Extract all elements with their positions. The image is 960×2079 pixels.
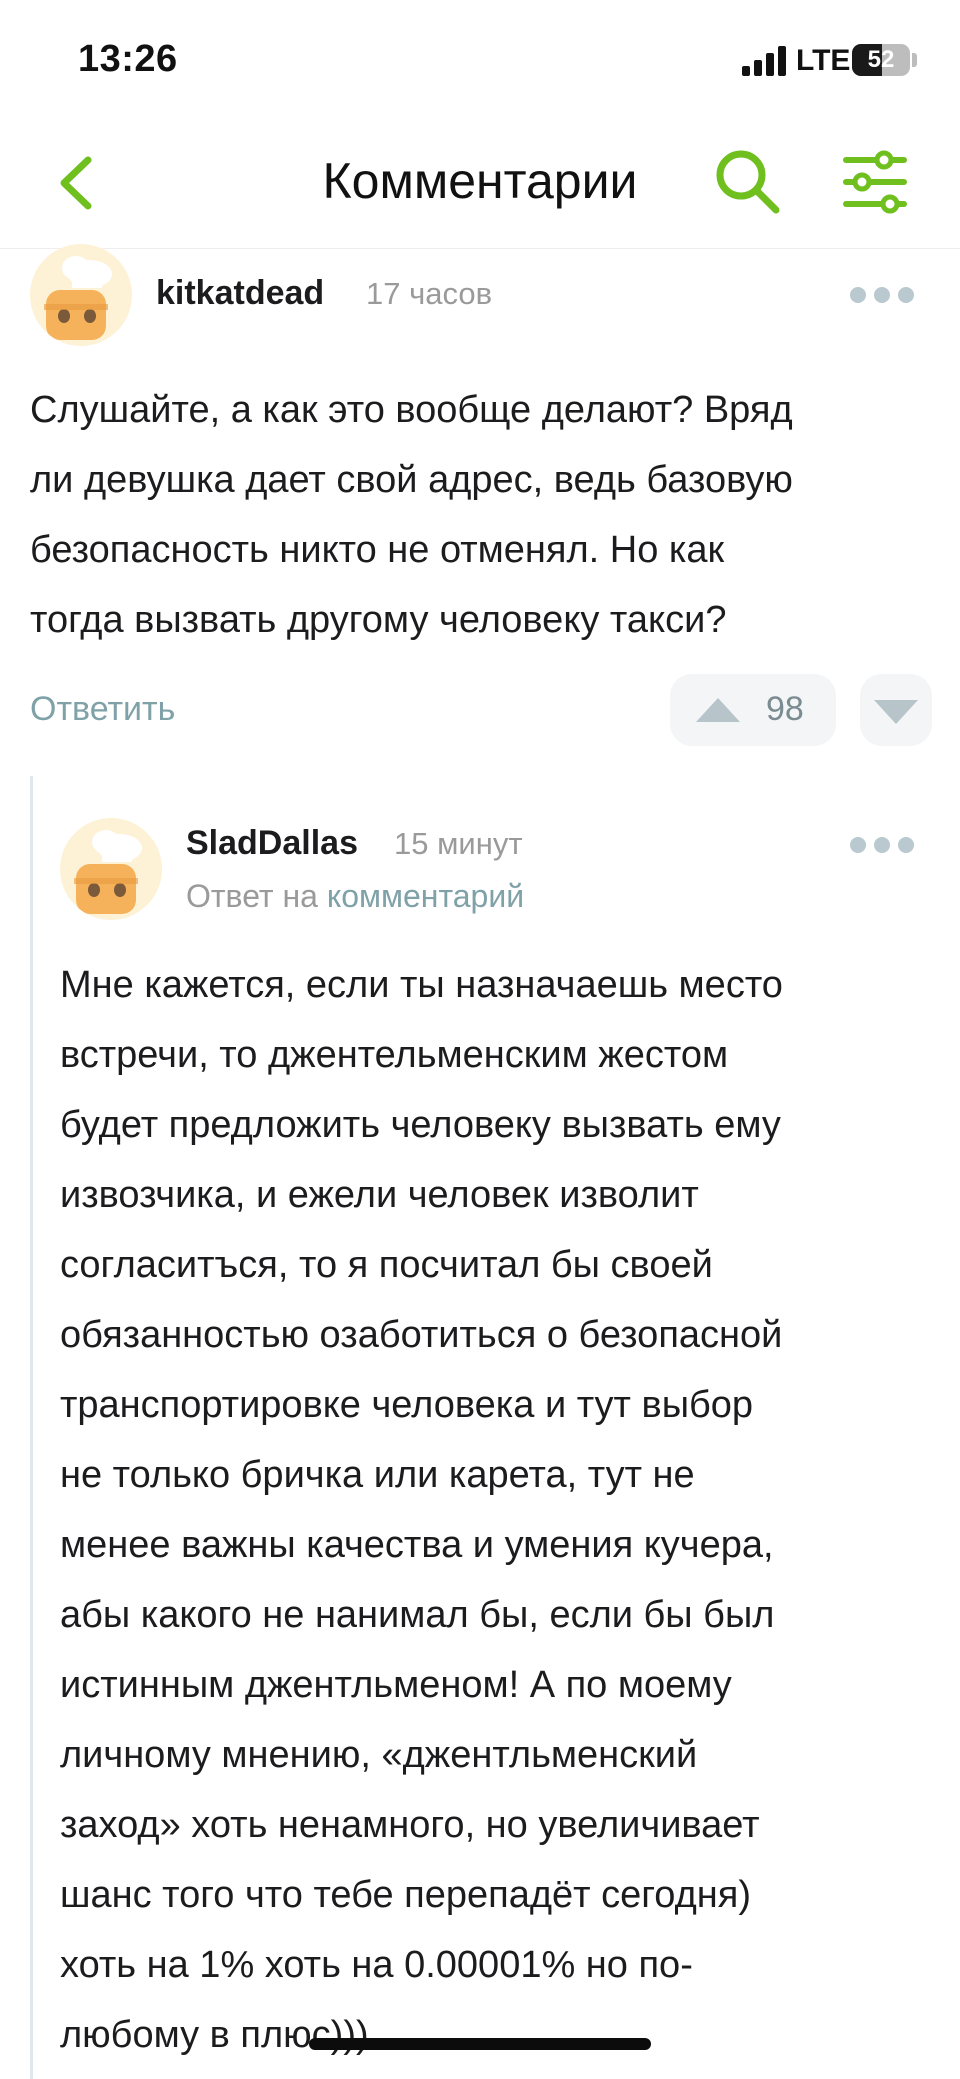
comment-line: извозчика, и ежели человек изволит [60,1174,699,1216]
avatar-chef-icon[interactable] [60,818,162,920]
comment-line: не только бричка или карета, тут не [60,1454,695,1496]
search-icon[interactable] [712,146,782,216]
dot [898,837,914,853]
comment-line: встречи, то джентельменским жестом [60,1034,729,1076]
comment-line: абы какого не нанимал бы, если бы был [60,1594,775,1636]
comment-line: безопасность никто не отменял. Но как [30,529,725,571]
comment-body: Мне кажется, если ты назначаешь место вс… [60,950,783,2070]
comment-username[interactable]: SladDallas [186,824,358,863]
downvote-arrow-icon [874,700,918,724]
filter-sliders-icon[interactable] [840,150,910,214]
home-indicator[interactable] [309,2038,651,2050]
back-chevron-icon[interactable] [48,148,108,218]
dot [898,287,914,303]
thread-line [30,776,33,2079]
comment-line: Мне кажется, если ты назначаешь место [60,964,783,1006]
more-options-icon[interactable] [850,830,914,860]
comment-line: тогда вызвать другому человеку такси? [30,599,727,641]
network-label: LTE [796,44,851,77]
comment-body: Слушайте, а как это вообще делают? Вряд … [30,375,793,655]
comment-line: заход» хоть ненамного, но увеличивает [60,1804,760,1846]
comment-line: будет предложить человеку вызвать ему [60,1104,781,1146]
signal-icon [742,46,786,76]
status-time: 13:26 [78,38,178,80]
reply-to-prefix: Ответ на [186,878,318,914]
dot [850,837,866,853]
comment-line: обязанностью озаботиться о безопасной [60,1314,783,1356]
comment-username[interactable]: kitkatdead [156,274,324,313]
comment-line: истинным джентльменом! А по моему [60,1664,732,1706]
downvote-button[interactable] [860,674,932,746]
dot [874,837,890,853]
more-options-icon[interactable] [850,280,914,310]
page-title: Комментарии [322,153,638,209]
comment-time: 17 часов [366,276,493,311]
reply-to-comment-link[interactable]: комментарий [327,878,524,914]
reply-button[interactable]: Ответить [30,690,175,729]
upvote-arrow-icon [696,698,740,722]
comment-line: Слушайте, а как это вообще делают? Вряд [30,389,793,431]
rating-count: 98 [766,690,804,728]
battery-cap [912,53,917,67]
dot [850,287,866,303]
battery-percent: 52 [867,46,895,73]
comment-line: ли девушка дает свой адрес, ведь базовую [30,459,793,501]
status-bar: 13:26 LTE 52 [0,0,960,120]
comment-line: любому в плюс))) [60,2014,369,2056]
avatar-chef-icon[interactable] [30,244,132,346]
comment-line: шанс того что тебе перепадёт сегодня) [60,1874,751,1916]
comment-line: согласитъся, то я посчитал бы своей [60,1244,713,1286]
battery-icon: 52 [852,44,910,76]
reply-to-line: Ответ на комментарий [186,878,524,915]
app-header: Комментарии [0,120,960,249]
upvote-button[interactable]: 98 [670,674,836,746]
comment-line: менее важны качества и умения кучера, [60,1524,774,1566]
dot [874,287,890,303]
comment-line: хоть на 1% хоть на 0.00001% но по- [60,1944,693,1986]
comment-time: 15 минут [394,826,523,861]
comment-line: личному мнению, «джентльменский [60,1734,698,1776]
comment-line: транспортировке человека и тут выбор [60,1384,754,1426]
